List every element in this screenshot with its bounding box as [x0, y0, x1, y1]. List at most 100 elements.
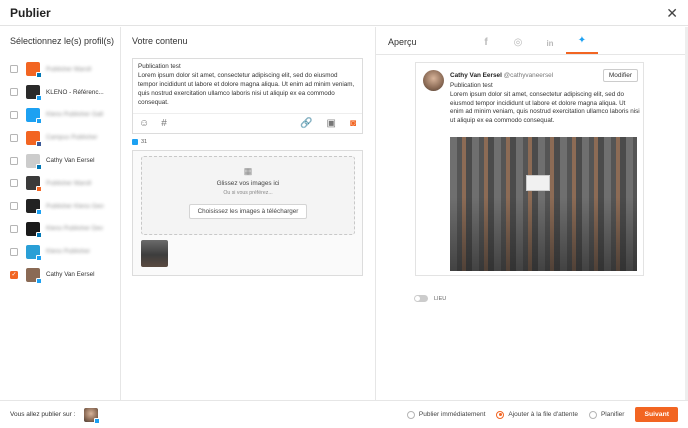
- avatar: [26, 244, 42, 261]
- avatar: [26, 107, 42, 124]
- network-icon: [36, 140, 42, 147]
- profile-checkbox[interactable]: [10, 156, 18, 165]
- publish-on-label: Vous allez publier sur :: [10, 411, 76, 418]
- profile-checkbox[interactable]: [10, 202, 18, 211]
- profile-name: KLENO - Référenc...: [46, 88, 104, 96]
- profile-checkbox[interactable]: [10, 270, 18, 279]
- emoji-icon[interactable]: ☺: [139, 118, 149, 129]
- profile-item[interactable]: Publisher Kleno Gen: [10, 195, 120, 218]
- content-title: Votre contenu: [132, 36, 188, 46]
- profile-item[interactable]: Publisher Maroll: [10, 58, 120, 81]
- hashtag-icon[interactable]: #: [161, 118, 167, 129]
- avatar: [423, 70, 444, 91]
- close-icon[interactable]: ✕: [666, 6, 678, 20]
- network-icon: [36, 277, 42, 284]
- profile-checkbox[interactable]: [10, 110, 18, 119]
- profile-name: Publisher Kleno Gen: [46, 202, 104, 210]
- post-editor[interactable]: Publication test Lorem ipsum dolor sit a…: [132, 58, 363, 134]
- network-icon: [36, 231, 42, 238]
- char-counter: 31: [132, 139, 363, 145]
- tweet-body: Lorem ipsum dolor sit amet, consectetur …: [450, 90, 640, 125]
- tweet-photo: [450, 137, 637, 271]
- radio-schedule[interactable]: [588, 410, 597, 419]
- avatar: [26, 221, 42, 238]
- network-icon: [36, 163, 42, 170]
- choose-images-button[interactable]: Choisissez les images à télécharger: [188, 204, 308, 219]
- profile-item[interactable]: Kleno Publisher Gall: [10, 104, 120, 127]
- avatar: [26, 153, 42, 170]
- network-icon: [36, 72, 42, 79]
- link-icon[interactable]: 🔗: [300, 118, 312, 129]
- profile-name: Campus Publisher: [46, 134, 98, 142]
- profile-list: Publisher Maroll KLENO - Référenc... Kleno…: [10, 58, 120, 286]
- radio-add-to-queue[interactable]: [496, 410, 505, 419]
- edit-button[interactable]: Modifier: [602, 69, 638, 82]
- option-add-to-queue[interactable]: Ajouter à la file d'attente: [496, 410, 578, 419]
- tweet-author: Cathy Van Eersel @cathyvaneersel: [450, 72, 553, 79]
- profile-checkbox[interactable]: [10, 224, 18, 233]
- modal-title: Publier: [10, 5, 51, 20]
- option-label: Publier immédiatement: [418, 411, 486, 418]
- post-text[interactable]: Publication test Lorem ipsum dolor sit a…: [133, 59, 362, 114]
- profiles-title: Sélectionnez le(s) profil(s): [10, 36, 115, 46]
- option-label: Planifier: [600, 411, 625, 418]
- location-toggle[interactable]: [414, 295, 428, 302]
- profile-item[interactable]: Publisher Maroll: [10, 172, 120, 195]
- twitter-icon[interactable]: ✦: [566, 32, 598, 54]
- publish-modal: Publier ✕ Sélectionnez le(s) profil(s) P…: [0, 0, 688, 428]
- profile-name: Kleno Publisher Gall: [46, 111, 104, 119]
- profile-checkbox[interactable]: [10, 179, 18, 188]
- profile-name: Cathy Van Eersel: [46, 157, 95, 165]
- option-schedule[interactable]: Planifier: [588, 410, 625, 419]
- profile-item[interactable]: KLENO - Référenc...: [10, 81, 120, 104]
- profile-item[interactable]: Cathy Van Eersel: [10, 263, 120, 286]
- post-title: Publication test: [138, 63, 181, 70]
- preview-column: Aperçu f ◎ in ✦ Cathy Van Eersel @cathyv…: [376, 27, 688, 400]
- profile-name: Publisher Maroll: [46, 65, 92, 73]
- profile-checkbox[interactable]: [10, 88, 18, 97]
- network-icon: [36, 186, 42, 193]
- tweet-author-handle: @cathyvaneersel: [503, 72, 554, 79]
- network-icon: [36, 95, 42, 102]
- image-dropzone[interactable]: ▦ Glissez vos images ici Ou si vous préf…: [141, 156, 355, 235]
- profile-item[interactable]: Campus Publisher: [10, 126, 120, 149]
- editor-toolbar: ☺ # 🔗 ▣ ◙: [133, 113, 362, 133]
- facebook-icon[interactable]: f: [470, 32, 502, 54]
- next-button[interactable]: Suivant: [635, 407, 678, 422]
- post-body: Lorem ipsum dolor sit amet, consectetur …: [138, 71, 355, 106]
- modal-body: Sélectionnez le(s) profil(s) Publisher M…: [0, 27, 688, 400]
- profile-item[interactable]: Cathy Van Eersel: [10, 149, 120, 172]
- instagram-icon[interactable]: ◎: [502, 32, 534, 54]
- avatar: [26, 130, 42, 147]
- profile-name: Kleno Publisher Dev: [46, 225, 104, 233]
- dropzone-main-text: Glissez vos images ici: [216, 180, 280, 187]
- option-label: Ajouter à la file d'attente: [508, 411, 578, 418]
- camera-icon[interactable]: ◙: [350, 118, 356, 129]
- tweet-author-name: Cathy Van Eersel: [450, 72, 502, 79]
- profile-checkbox[interactable]: [10, 247, 18, 256]
- profile-item[interactable]: Kleno Publisher: [10, 240, 120, 263]
- network-icon: [36, 117, 42, 124]
- network-icon: [36, 254, 42, 261]
- linkedin-icon[interactable]: in: [534, 32, 566, 54]
- profiles-column: Sélectionnez le(s) profil(s) Publisher M…: [0, 27, 121, 400]
- publish-options: Publier immédiatement Ajouter à la file …: [406, 407, 678, 422]
- profile-checkbox[interactable]: [10, 133, 18, 142]
- tweet-title: Publication test: [450, 82, 493, 89]
- profile-name: Publisher Maroll: [46, 179, 92, 187]
- uploaded-image-thumbnail[interactable]: [141, 240, 168, 267]
- modal-header: Publier ✕: [0, 0, 688, 26]
- avatar: [26, 199, 42, 216]
- twitter-icon: [94, 417, 101, 424]
- preview-header: Aperçu f ◎ in ✦: [376, 27, 688, 55]
- image-icon: ▦: [243, 166, 253, 176]
- gallery-icon[interactable]: ▣: [327, 118, 336, 129]
- option-publish-now[interactable]: Publier immédiatement: [406, 410, 486, 419]
- avatar: [26, 85, 42, 102]
- media-area: ▦ Glissez vos images ici Ou si vous préf…: [132, 150, 363, 276]
- location-label: LIEU: [434, 295, 447, 302]
- profile-item[interactable]: Kleno Publisher Dev: [10, 218, 120, 241]
- preview-title: Aperçu: [388, 37, 417, 47]
- radio-publish-now[interactable]: [406, 410, 415, 419]
- profile-checkbox[interactable]: [10, 65, 18, 74]
